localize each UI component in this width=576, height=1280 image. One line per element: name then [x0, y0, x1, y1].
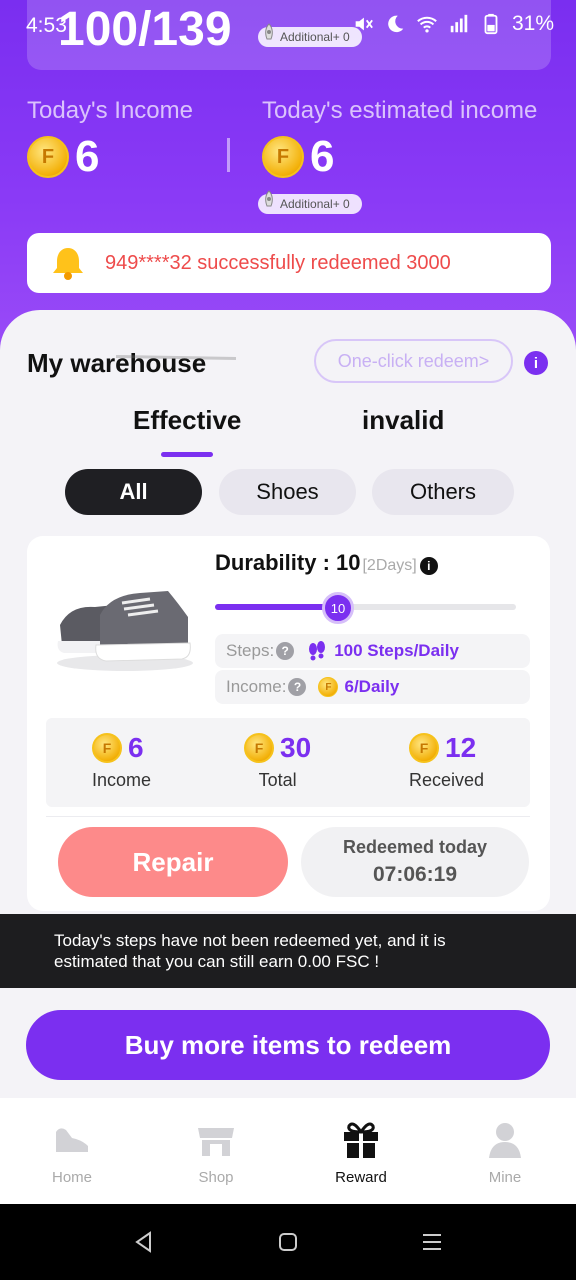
bottom-nav: Home Shop Reward Mine [0, 1098, 576, 1204]
redeem-notice: 949****32 successfully redeemed 3000 [27, 233, 551, 293]
menu-icon[interactable] [420, 1230, 444, 1254]
home-icon[interactable] [276, 1230, 300, 1254]
rocket-icon [265, 23, 273, 40]
countdown: 07:06:19 [372, 863, 458, 886]
steps-row: Steps: ? 100 Steps/Daily [215, 634, 530, 668]
income-row: Income: ? F 6/Daily [215, 670, 530, 704]
filter-others[interactable]: Others [372, 469, 514, 515]
stats-panel: F6 Income F 30 Total F 12 Received [46, 718, 530, 807]
nav-reward[interactable]: Reward [306, 1118, 416, 1186]
rocket-icon [265, 190, 273, 207]
durability-info-icon[interactable]: i [419, 557, 438, 575]
stat-total: F 30 Total [244, 732, 311, 791]
coin-icon: F [409, 733, 439, 763]
steps-value: 100 Steps/Daily [334, 641, 459, 660]
durability-fill [215, 604, 339, 610]
shoe-icon [56, 1128, 88, 1152]
footprints-icon [309, 641, 326, 661]
additional-badge: Additional+ 0 [258, 190, 362, 214]
estimated-income-label: Today's estimated income [262, 97, 538, 124]
durability-knob: 10 [322, 592, 354, 624]
stat-income: F6 Income [92, 732, 152, 790]
stat-received: F 12 Received [409, 732, 485, 790]
tab-invalid[interactable]: invalid [362, 405, 444, 436]
durability-track [215, 604, 516, 610]
tab-indicator [161, 452, 213, 457]
shop-icon [198, 1128, 234, 1156]
steps-overlay: 100/139 [58, 3, 232, 56]
toast-message: Today's steps have not been redeemed yet… [0, 914, 576, 988]
nav-mine[interactable]: Mine [450, 1118, 560, 1186]
divider [227, 138, 230, 172]
coin-icon: F [244, 733, 274, 763]
additional-badge-top: Additional+ 0 [258, 23, 362, 47]
warehouse-title: My warehouse [27, 348, 207, 378]
notice-text: 949****32 successfully redeemed 3000 [105, 251, 451, 274]
coin-icon: F [262, 136, 304, 178]
signal-icon [450, 14, 468, 33]
card-divider [46, 816, 530, 817]
estimated-income-value: F 6 [262, 132, 334, 182]
buy-more-button[interactable]: Buy more items to redeem [26, 1010, 550, 1080]
moon-icon [388, 15, 404, 33]
income-help-icon[interactable]: ? [288, 678, 307, 696]
today-income-value: F 6 [27, 132, 99, 182]
repair-button[interactable]: Repair [58, 827, 288, 897]
wifi-icon [417, 16, 437, 33]
durability-label: Durability : 10 [2Days] i [215, 550, 438, 576]
nav-shop[interactable]: Shop [161, 1118, 271, 1186]
coin-icon: F [318, 677, 339, 697]
one-click-redeem-button[interactable]: One-click redeem> [314, 339, 513, 383]
steps-help-icon[interactable]: ? [276, 642, 295, 660]
system-nav-bar [0, 1204, 576, 1280]
info-icon[interactable]: i [524, 351, 548, 375]
bell-icon [53, 248, 83, 280]
filter-all[interactable]: All [65, 469, 202, 515]
redeemed-today-badge: Redeemed today 07:06:19 [301, 827, 529, 897]
coin-icon: F [27, 136, 69, 178]
shoe-image [57, 591, 193, 671]
back-icon[interactable] [132, 1230, 156, 1254]
tab-effective[interactable]: Effective [133, 405, 241, 436]
gift-icon [344, 1122, 378, 1158]
coin-icon: F [92, 733, 122, 763]
battery-percent: 31% [511, 12, 554, 35]
status-time: 4:53 [26, 14, 67, 37]
today-income-label: Today's Income [27, 97, 193, 124]
status-icons: 31% [352, 12, 554, 36]
nav-home[interactable]: Home [17, 1118, 127, 1186]
battery-icon [484, 13, 498, 35]
income-value: 6/Daily [344, 677, 400, 696]
user-icon [489, 1123, 521, 1158]
filter-shoes[interactable]: Shoes [219, 469, 356, 515]
